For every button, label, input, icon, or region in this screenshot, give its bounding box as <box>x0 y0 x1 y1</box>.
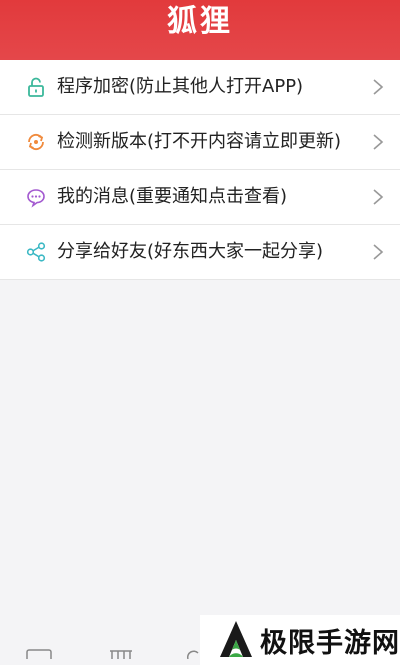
menu-item-label: 检测新版本(打不开内容请立即更新) <box>57 131 342 152</box>
watermark: 极限手游网 <box>200 615 400 665</box>
refresh-icon <box>28 133 44 151</box>
chevron-right-icon <box>373 79 384 95</box>
menu-item-label: 分享给好友(好东西大家一起分享) <box>57 241 324 262</box>
grid-tab-icon[interactable] <box>108 649 134 659</box>
lock-icon <box>28 77 44 97</box>
menu-item-label: 我的消息(重要通知点击查看) <box>57 186 288 207</box>
chevron-right-icon <box>373 134 384 150</box>
settings-menu: 程序加密(防止其他人打开APP) 检测新版本(打不开内容请立即更新) 我的消息(… <box>0 60 400 280</box>
tab-icon[interactable] <box>186 649 200 659</box>
home-tab-icon[interactable] <box>26 649 52 659</box>
menu-item-share[interactable]: 分享给好友(好东西大家一起分享) <box>0 225 400 280</box>
menu-item-encrypt[interactable]: 程序加密(防止其他人打开APP) <box>0 60 400 115</box>
app-header: 狐狸 <box>0 0 400 60</box>
menu-item-check-update[interactable]: 检测新版本(打不开内容请立即更新) <box>0 115 400 170</box>
brand-logo-icon <box>220 621 252 657</box>
watermark-text: 极限手游网 <box>260 628 400 659</box>
menu-item-messages[interactable]: 我的消息(重要通知点击查看) <box>0 170 400 225</box>
share-icon <box>26 242 46 262</box>
app-title: 狐狸 <box>167 4 233 39</box>
message-icon <box>27 189 45 208</box>
chevron-right-icon <box>373 244 384 260</box>
menu-item-label: 程序加密(防止其他人打开APP) <box>57 76 304 97</box>
chevron-right-icon <box>373 189 384 205</box>
